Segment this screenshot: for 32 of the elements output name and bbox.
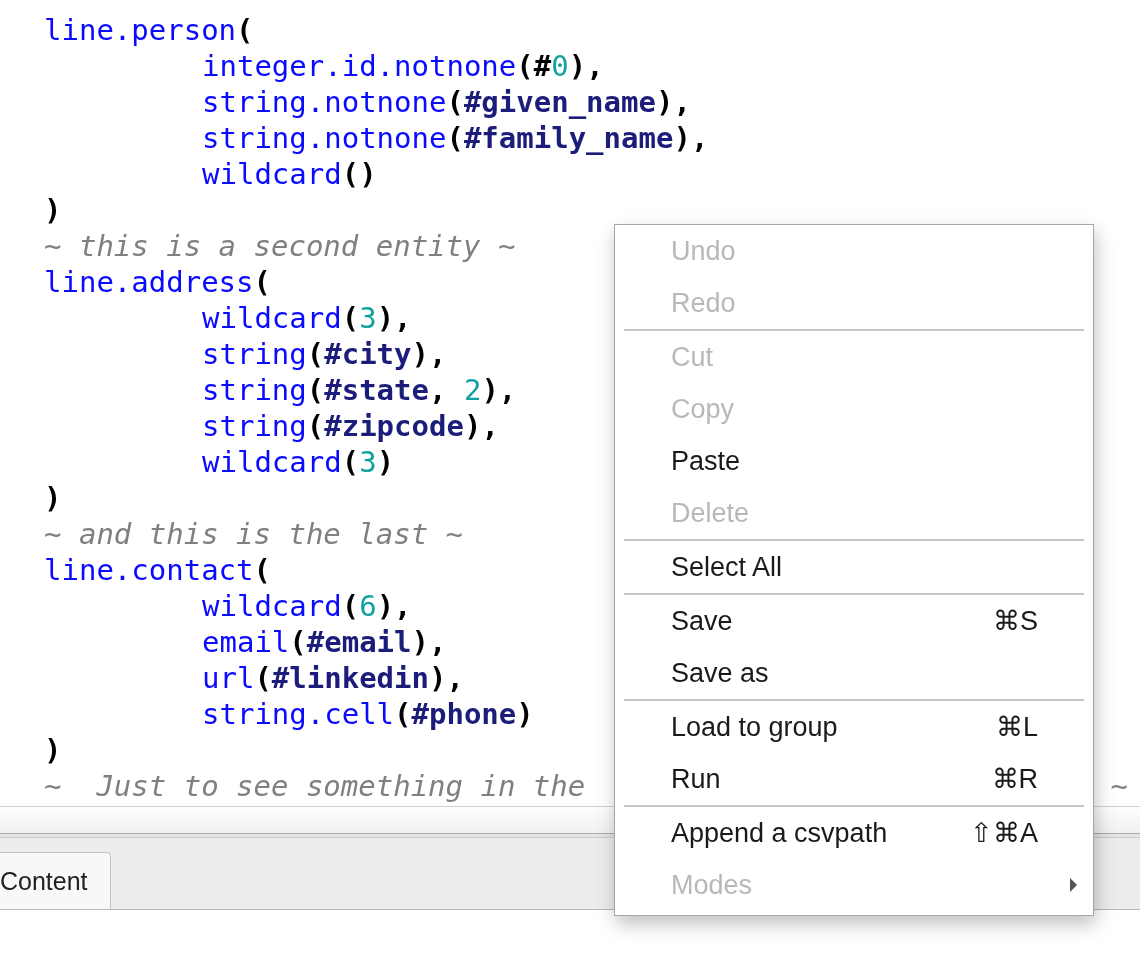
code-line: string.notnone(#family_name), bbox=[202, 120, 709, 156]
code-line: ) bbox=[44, 480, 62, 516]
menu-item[interactable]: Select All bbox=[615, 541, 1093, 593]
code-line: string(#zipcode), bbox=[202, 408, 499, 444]
code-line: string(#state, 2), bbox=[202, 372, 517, 408]
code-line: line.contact( bbox=[44, 552, 271, 588]
code-line: wildcard() bbox=[202, 156, 377, 192]
code-line: wildcard(3) bbox=[202, 444, 395, 480]
menu-item[interactable]: Save as bbox=[615, 647, 1093, 699]
menu-item[interactable]: Save ⌘S bbox=[615, 595, 1093, 647]
code-line: string.cell(#phone) bbox=[202, 696, 534, 732]
code-line: email(#email), bbox=[202, 624, 447, 660]
code-line: line.address( bbox=[44, 264, 271, 300]
code-line: ~ and this is the last ~ bbox=[44, 516, 464, 552]
submenu-arrow-icon bbox=[1069, 877, 1078, 893]
menu-item[interactable]: Paste bbox=[615, 435, 1093, 487]
code-line: ~ Just to see something in the bbox=[44, 768, 586, 804]
code-line: ) bbox=[44, 732, 62, 768]
code-line: line.person( bbox=[44, 12, 254, 48]
tab[interactable]: Content bbox=[0, 852, 111, 909]
menu-item[interactable]: Run ⌘R bbox=[615, 753, 1093, 805]
menu-item[interactable]: Append a csvpath ⇧⌘A bbox=[615, 807, 1093, 859]
code-line: string.notnone(#given_name), bbox=[202, 84, 691, 120]
code-line: wildcard(6), bbox=[202, 588, 412, 624]
code-line: url(#linkedin), bbox=[202, 660, 464, 696]
code-line: ) bbox=[44, 192, 62, 228]
code-line: string(#city), bbox=[202, 336, 447, 372]
comment-text: ~ bbox=[1110, 768, 1128, 804]
code-line: integer.id.notnone(#0), bbox=[202, 48, 604, 84]
code-line: wildcard(3), bbox=[202, 300, 412, 336]
menu-item[interactable]: Load to group ⌘L bbox=[615, 701, 1093, 753]
code-line: ~ this is a second entity ~ bbox=[44, 228, 516, 264]
